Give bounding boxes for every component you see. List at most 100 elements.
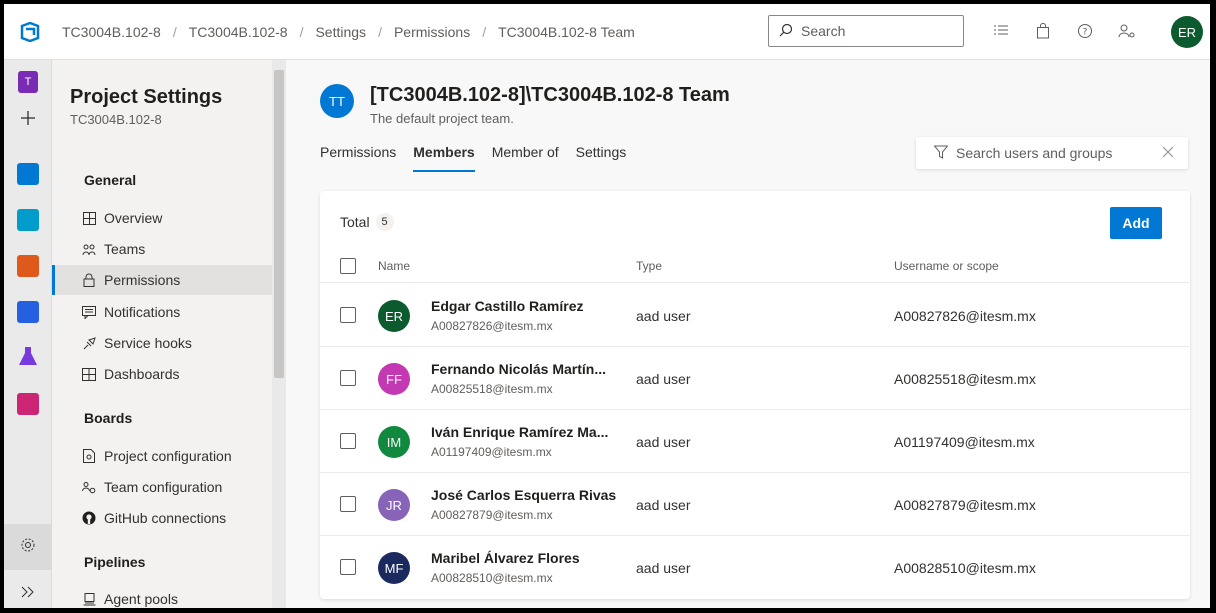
breadcrumb: TC3004B.102-8 / TC3004B.102-8 / Settings… xyxy=(56,20,641,44)
nav-item-project-configuration[interactable]: Project configuration xyxy=(52,441,272,471)
member-name[interactable]: José Carlos Esquerra Rivas xyxy=(431,487,616,503)
nav-item-label: GitHub connections xyxy=(104,510,227,526)
add-member-button[interactable]: Add xyxy=(1110,207,1162,239)
search-input[interactable]: Search xyxy=(768,15,964,47)
member-email: A01197409@itesm.mx xyxy=(431,445,552,459)
pipelines-hub[interactable] xyxy=(4,294,52,330)
member-email: A00827879@itesm.mx xyxy=(431,508,553,522)
nav-item-label: Permissions xyxy=(104,272,181,288)
table-row[interactable]: ER Edgar Castillo Ramírez A00827826@ites… xyxy=(320,284,1190,347)
search-users-placeholder: Search users and groups xyxy=(956,145,1113,161)
member-name[interactable]: Edgar Castillo Ramírez xyxy=(431,298,584,314)
tab-bar: Permissions Members Member of Settings xyxy=(320,144,643,172)
member-email: A00825518@itesm.mx xyxy=(431,382,553,396)
nav-item-permissions[interactable]: Permissions xyxy=(52,265,272,295)
row-checkbox[interactable] xyxy=(340,370,356,386)
svg-text:?: ? xyxy=(1083,28,1088,38)
column-header-scope[interactable]: Username or scope xyxy=(894,259,999,273)
member-avatar: MF xyxy=(378,552,410,584)
plus-icon xyxy=(20,110,36,131)
member-name[interactable]: Fernando Nicolás Martín... xyxy=(431,361,606,377)
column-header-type[interactable]: Type xyxy=(636,259,662,273)
table-row[interactable]: IM Iván Enrique Ramírez Ma... A01197409@… xyxy=(320,410,1190,473)
row-checkbox[interactable] xyxy=(340,433,356,449)
nav-item-label: Team configuration xyxy=(104,479,223,495)
list-settings-icon[interactable] xyxy=(990,20,1012,42)
overview-icon xyxy=(82,211,96,225)
member-name[interactable]: Maribel Álvarez Flores xyxy=(431,550,580,566)
user-avatar[interactable]: ER xyxy=(1171,16,1203,48)
artifacts-hub[interactable] xyxy=(4,386,52,422)
nav-item-label: Dashboards xyxy=(104,366,180,382)
project-settings-button[interactable] xyxy=(4,524,52,570)
nav-item-label: Teams xyxy=(104,241,146,257)
members-table-header: Name Type Username or scope xyxy=(320,249,1190,283)
members-card: Total 5 Add Name Type Username or scope … xyxy=(320,191,1190,599)
team-config-icon xyxy=(82,480,96,494)
shopping-bag-icon[interactable] xyxy=(1032,20,1054,42)
boards-hub[interactable] xyxy=(4,202,52,238)
total-label: Total xyxy=(340,214,370,230)
nav-item-notifications[interactable]: Notifications xyxy=(52,297,272,327)
nav-item-team-configuration[interactable]: Team configuration xyxy=(52,472,272,502)
main-content: TT [TC3004B.102-8]\TC3004B.102-8 Team Th… xyxy=(286,60,1210,608)
breadcrumb-project[interactable]: TC3004B.102-8 xyxy=(183,20,294,44)
nav-item-dashboards[interactable]: Dashboards xyxy=(52,359,272,389)
member-scope: A00825518@itesm.mx xyxy=(894,371,1036,387)
double-chevron-right-icon xyxy=(20,585,36,603)
left-rail: T xyxy=(4,60,52,608)
github-icon xyxy=(82,511,96,525)
member-avatar: JR xyxy=(378,489,410,521)
nav-item-label: Project configuration xyxy=(104,448,232,464)
team-avatar: TT xyxy=(320,84,354,118)
row-checkbox[interactable] xyxy=(340,307,356,323)
artifacts-hub-icon xyxy=(17,393,39,415)
filter-icon xyxy=(933,145,949,162)
project-avatar: T xyxy=(18,71,38,93)
tab-permissions[interactable]: Permissions xyxy=(320,144,396,172)
table-row[interactable]: FF Fernando Nicolás Martín... A00825518@… xyxy=(320,347,1190,410)
breadcrumb-settings[interactable]: Settings xyxy=(309,20,372,44)
total-count-badge: 5 xyxy=(375,213,394,231)
nav-scrollbar-thumb[interactable] xyxy=(274,70,284,378)
test-plans-hub[interactable] xyxy=(4,340,52,376)
close-icon[interactable] xyxy=(1162,145,1174,161)
overview-hub[interactable] xyxy=(4,156,52,192)
select-all-checkbox[interactable] xyxy=(340,258,356,274)
app-frame: TC3004B.102-8 / TC3004B.102-8 / Settings… xyxy=(4,4,1210,608)
tab-member-of[interactable]: Member of xyxy=(492,144,559,172)
project-switcher[interactable]: T xyxy=(4,64,52,100)
row-checkbox[interactable] xyxy=(340,496,356,512)
new-project-button[interactable] xyxy=(4,102,52,138)
member-type: aad user xyxy=(636,308,691,324)
breadcrumb-permissions[interactable]: Permissions xyxy=(388,20,476,44)
nav-item-teams[interactable]: Teams xyxy=(52,234,272,264)
repos-hub[interactable] xyxy=(4,248,52,284)
repos-hub-icon xyxy=(17,255,39,277)
breadcrumb-separator: / xyxy=(299,23,304,40)
search-users-input[interactable]: Search users and groups xyxy=(916,137,1188,169)
column-header-name[interactable]: Name xyxy=(378,259,410,273)
table-row[interactable]: MF Maribel Álvarez Flores A00828510@ites… xyxy=(320,536,1190,599)
settings-nav: Project Settings TC3004B.102-8 General O… xyxy=(52,60,272,608)
breadcrumb-team[interactable]: TC3004B.102-8 Team xyxy=(492,20,641,44)
user-settings-icon[interactable] xyxy=(1116,20,1138,42)
help-icon[interactable]: ? xyxy=(1074,20,1096,42)
lock-icon xyxy=(82,273,96,287)
agent-pools-icon xyxy=(82,592,96,606)
nav-item-agent-pools[interactable]: Agent pools xyxy=(52,584,272,608)
azure-devops-logo-icon[interactable] xyxy=(4,4,56,60)
overview-hub-icon xyxy=(17,163,39,185)
member-name[interactable]: Iván Enrique Ramírez Ma... xyxy=(431,424,608,440)
nav-item-overview[interactable]: Overview xyxy=(52,203,272,233)
tab-members[interactable]: Members xyxy=(413,144,476,172)
nav-item-github-connections[interactable]: GitHub connections xyxy=(52,503,272,533)
tab-settings[interactable]: Settings xyxy=(576,144,627,172)
expand-rail-button[interactable] xyxy=(4,576,52,608)
nav-item-service-hooks[interactable]: Service hooks xyxy=(52,328,272,358)
breadcrumb-org[interactable]: TC3004B.102-8 xyxy=(56,20,167,44)
gear-icon xyxy=(20,537,36,558)
row-checkbox[interactable] xyxy=(340,559,356,575)
top-bar: TC3004B.102-8 / TC3004B.102-8 / Settings… xyxy=(4,4,1210,60)
table-row[interactable]: JR José Carlos Esquerra Rivas A00827879@… xyxy=(320,473,1190,536)
